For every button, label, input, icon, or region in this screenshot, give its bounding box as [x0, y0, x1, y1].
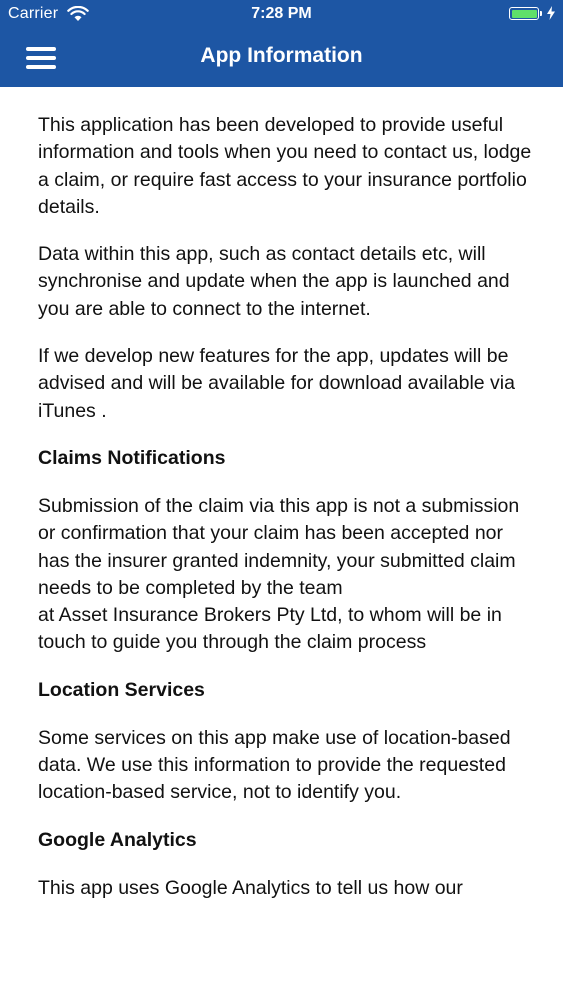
intro-paragraph-1: This application has been developed to p… [38, 114, 532, 218]
intro-paragraph-2: Data within this app, such as contact de… [38, 243, 510, 320]
info-content: This application has been developed to p… [38, 112, 538, 922]
navigation-bar: App Information [0, 28, 563, 87]
intro-paragraph-3: If we develop new features for the app, … [38, 345, 515, 422]
battery-tip [540, 11, 542, 16]
status-time: 7:28 PM [251, 5, 312, 22]
location-services-heading: Location Services [38, 678, 205, 701]
battery-level [511, 9, 537, 18]
page-title: App Information [200, 44, 363, 67]
top-bar: Carrier 7:28 PM App Information [0, 0, 563, 87]
charging-bolt-icon [547, 6, 555, 20]
claims-text-part-1: Submission of the claim via this app is … [38, 494, 520, 599]
app-information-screen: Carrier 7:28 PM App Information This app… [0, 0, 563, 1000]
location-services-text: Some services on this app make use of lo… [38, 726, 511, 804]
google-analytics-heading: Google Analytics [38, 828, 197, 851]
battery-icon [509, 7, 539, 20]
google-analytics-text: This app uses Google Analytics to tell u… [38, 876, 463, 899]
claims-notifications-heading: Claims Notifications [38, 446, 226, 469]
status-bar: Carrier 7:28 PM [0, 0, 563, 28]
claims-text-part-2: at Asset Insurance Brokers Pty Ltd, to w… [38, 604, 502, 654]
claims-notifications-text: Submission of the claim via this app is … [38, 493, 538, 657]
